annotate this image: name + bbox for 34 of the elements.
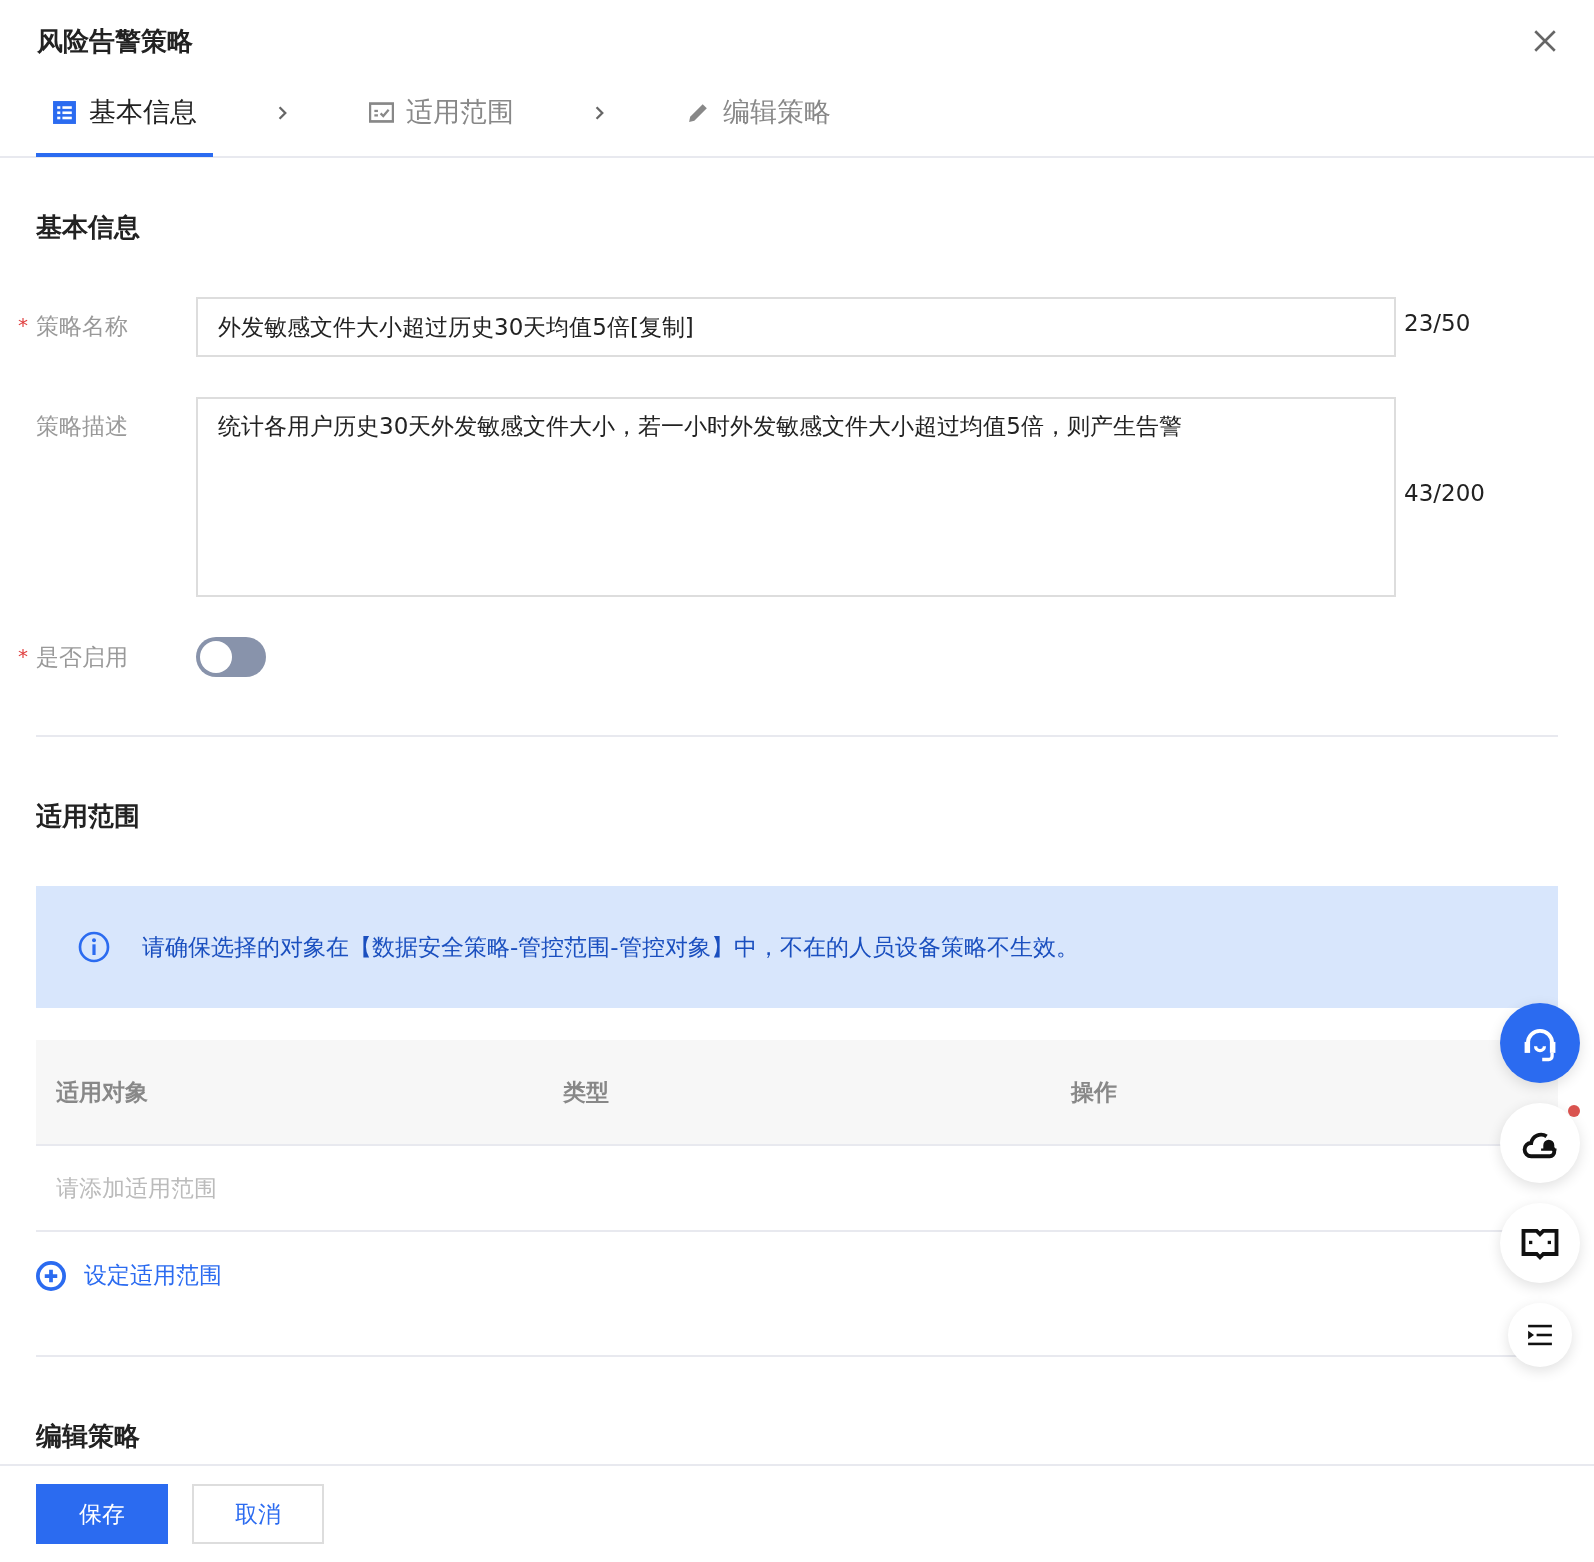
column-header: 适用对象 xyxy=(55,1077,149,1107)
field-label: 是否启用 xyxy=(36,643,128,670)
description-textarea[interactable]: 统计各用户历史30天外发敏感文件大小，若一小时外发敏感文件大小超过均值5倍，则产生告警 xyxy=(196,397,1396,597)
save-button[interactable]: 保存 xyxy=(36,1484,168,1544)
required-mark: * xyxy=(18,643,28,668)
section-heading: 编辑策略 xyxy=(36,1419,141,1453)
form-icon xyxy=(52,99,77,125)
required-mark: * xyxy=(18,313,28,337)
step-tab[interactable]: 基本信息 xyxy=(36,71,213,157)
add-scope-link[interactable]: 设定适用范围 xyxy=(36,1260,222,1291)
char-count: 23/50 xyxy=(1403,309,1471,336)
field-label: 策略描述 xyxy=(36,413,128,439)
outline-float-button[interactable] xyxy=(1508,1303,1572,1367)
section-heading: 基本信息 xyxy=(36,211,141,244)
column-header: 类型 xyxy=(562,1077,611,1107)
field-label: 策略名称 xyxy=(36,313,128,339)
step-tab[interactable]: 编辑策略 xyxy=(670,71,847,157)
close-icon[interactable] xyxy=(1532,28,1558,54)
section-heading: 适用范围 xyxy=(36,800,141,833)
cancel-button[interactable]: 取消 xyxy=(192,1484,324,1544)
empty-text: 请添加适用范围 xyxy=(56,1173,217,1203)
notice-text: 请确保选择的对象在【数据安全策略-管控范围-管控对象】中，不在的人员设备策略不生效。 xyxy=(142,932,1079,962)
chevron-right-icon xyxy=(594,105,606,121)
plus-circle-icon xyxy=(36,1260,66,1291)
dialog-title: 风险告警策略 xyxy=(37,24,193,58)
notification-dot xyxy=(1568,1105,1580,1117)
toggle-switch[interactable] xyxy=(196,637,266,677)
char-count: 43/200 xyxy=(1403,479,1485,506)
info-icon xyxy=(78,931,110,963)
checked-card-icon xyxy=(369,99,394,125)
name-input[interactable]: 外发敏感文件大小超过历史30天均值5倍[复制] xyxy=(196,297,1396,357)
chevron-right-icon xyxy=(277,105,289,121)
step-tab[interactable]: 适用范围 xyxy=(353,71,530,157)
column-header: 操作 xyxy=(1069,1077,1118,1107)
